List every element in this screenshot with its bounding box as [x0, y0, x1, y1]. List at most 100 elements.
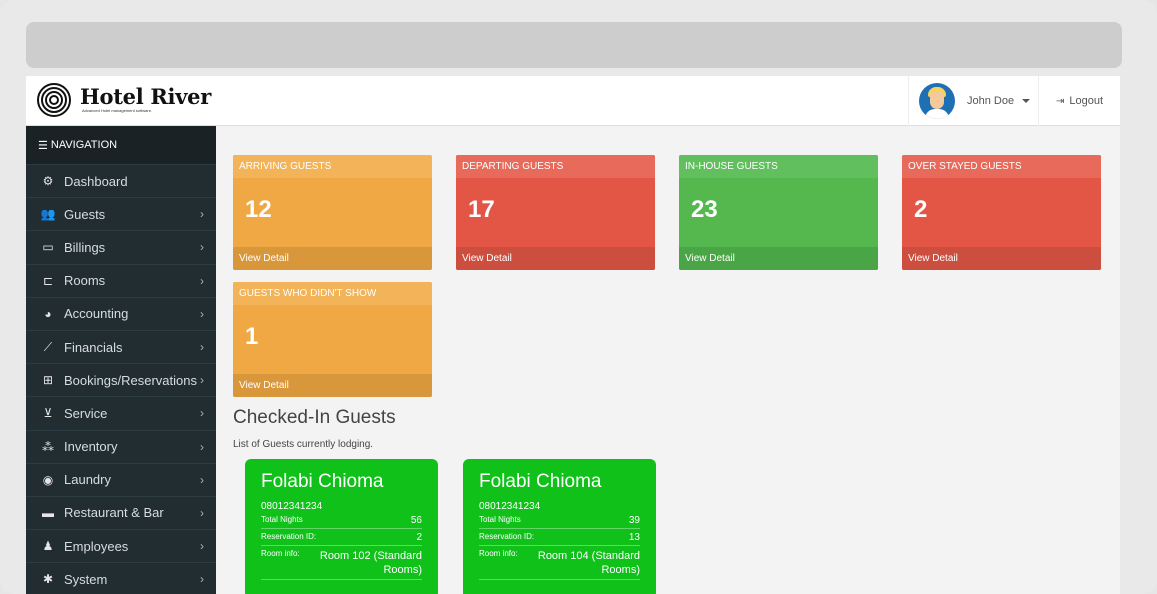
logout-icon: ⇥	[1055, 95, 1065, 107]
view-detail-link[interactable]: View Detail	[456, 247, 655, 270]
restaurant-icon: ▬	[42, 505, 54, 520]
guest-name: Folabi Chioma	[261, 471, 384, 492]
stat-title: OVER STAYED GUESTS	[902, 155, 1101, 178]
logo-title: Hotel River	[80, 84, 211, 109]
logout-button[interactable]: ⇥ Logout	[1038, 76, 1120, 126]
chevron-right-icon: ›	[200, 505, 204, 520]
chevron-right-icon: ›	[200, 539, 204, 554]
stat-box-departing-guests: DEPARTING GUESTS 17 View Detail	[456, 155, 655, 270]
top-header: Hotel River Advanced Hotel management so…	[26, 76, 1120, 126]
view-detail-link[interactable]: View Detail	[679, 247, 878, 270]
sidebar-item-label: Laundry	[64, 472, 111, 488]
user-name: John Doe	[967, 95, 1015, 107]
sidebar-item-restaurant-bar[interactable]: ▬ Restaurant & Bar ›	[26, 495, 216, 529]
logo-swirl-icon	[36, 82, 72, 118]
sidebar-item-label: Billings	[64, 239, 106, 255]
sidebar-item-financials[interactable]: ⟋ Financials ›	[26, 329, 216, 363]
guest-phone: 08012341234	[261, 501, 323, 512]
section-subtitle: List of Guests currently lodging.	[233, 439, 374, 450]
sidebar-item-dashboard[interactable]: ⚙ Dashboard	[26, 164, 216, 197]
sidebar-item-system[interactable]: ✱ System ›	[26, 562, 216, 594]
sidebar-item-billings[interactable]: ▭ Billings ›	[26, 230, 216, 263]
line-chart-icon: ⟋	[43, 339, 53, 354]
stat-title: DEPARTING GUESTS	[456, 155, 655, 178]
users-icon: 👥	[40, 207, 56, 222]
room-info-row: Room info: Room 102 (Standard Rooms)	[261, 546, 422, 580]
chevron-right-icon: ›	[200, 240, 204, 255]
sidebar-item-label: Inventory	[64, 439, 118, 455]
cog-icon: ✱	[42, 572, 54, 587]
sidebar-item-label: System	[64, 571, 108, 587]
guest-name: Folabi Chioma	[479, 471, 602, 492]
chevron-right-icon: ›	[200, 472, 204, 487]
logo[interactable]: Hotel River Advanced Hotel management so…	[36, 82, 211, 118]
app-window: Hotel River Advanced Hotel management so…	[26, 76, 1120, 594]
sidebar-item-bookings-reservations[interactable]: ⊞ Bookings/Reservations ›	[26, 363, 216, 396]
chevron-right-icon: ›	[200, 340, 204, 355]
sidebar-item-laundry[interactable]: ◉ Laundry ›	[26, 462, 216, 496]
chevron-right-icon: ›	[200, 306, 204, 321]
sidebar-item-label: Financials	[64, 339, 123, 355]
window-frame: Hotel River Advanced Hotel management so…	[0, 0, 1157, 594]
sidebar-item-label: Restaurant & Bar	[64, 505, 164, 521]
sidebar-item-guests[interactable]: 👥 Guests ›	[26, 197, 216, 230]
view-detail-link[interactable]: View Detail	[902, 247, 1101, 270]
guest-phone: 08012341234	[479, 501, 541, 512]
sidebar-item-label: Employees	[64, 538, 129, 554]
chevron-right-icon: ›	[200, 439, 204, 454]
main-content: ARRIVING GUESTS 12 View Detail DEPARTING GU…	[216, 126, 1120, 594]
stat-box-in-house-guests: IN-HOUSE GUESTS 23 View Detail	[679, 155, 878, 270]
stat-value: 23	[691, 196, 718, 223]
avatar	[919, 83, 955, 119]
logout-label: Logout	[1069, 95, 1104, 107]
sitemap-icon: ⊞	[42, 373, 54, 388]
sidebar-item-rooms[interactable]: ⊏ Rooms ›	[26, 263, 216, 297]
stat-title: IN-HOUSE GUESTS	[679, 155, 878, 178]
guest-card[interactable]: Folabi Chioma 08012341234 Total Nights 56 Re…	[245, 459, 438, 594]
stat-box-arriving-guests: ARRIVING GUESTS 12 View Detail	[233, 155, 432, 270]
sidebar: ☰ NAVIGATION ⚙ Dashboard 👥 Guests › ▭ Billings…	[26, 126, 216, 594]
view-detail-link[interactable]: View Detail	[233, 374, 432, 397]
hamburger-icon: ☰	[38, 139, 48, 152]
user-plus-icon: ♟	[42, 539, 54, 554]
stat-box-guests-who-didn-t-show: GUESTS WHO DIDN'T SHOW 1 View Detail	[233, 282, 432, 397]
pie-chart-icon: ◕	[44, 306, 52, 321]
cart-icon: ⊻	[43, 406, 53, 421]
bed-icon: ⊏	[42, 273, 54, 288]
sidebar-item-label: Accounting	[64, 306, 129, 322]
stat-title: ARRIVING GUESTS	[233, 155, 432, 178]
caret-down-icon	[1022, 99, 1031, 103]
chevron-right-icon: ›	[200, 406, 204, 421]
view-detail-link[interactable]: View Detail	[233, 247, 432, 270]
stat-value: 17	[468, 196, 495, 223]
sidebar-item-accounting[interactable]: ◕ Accounting ›	[26, 296, 216, 330]
stat-value: 2	[914, 196, 928, 223]
credit-card-icon: ▭	[42, 240, 54, 255]
chevron-right-icon: ›	[200, 572, 204, 587]
stat-value: 12	[245, 196, 272, 223]
room-info-row: Room info: Room 104 (Standard Rooms)	[479, 546, 640, 580]
sidebar-item-label: Rooms	[64, 273, 106, 289]
sidebar-item-inventory[interactable]: ⁂ Inventory ›	[26, 429, 216, 463]
sidebar-item-service[interactable]: ⊻ Service ›	[26, 396, 216, 429]
reservation-id-row: Reservation ID: 2	[261, 529, 422, 546]
laundry-icon: ◉	[42, 472, 54, 487]
sidebar-item-employees[interactable]: ♟ Employees ›	[26, 529, 216, 562]
section-title: Checked-In Guests	[233, 407, 396, 428]
chevron-right-icon: ›	[200, 373, 204, 388]
user-menu[interactable]: John Doe	[908, 76, 1038, 126]
reservation-id-row: Reservation ID: 13	[479, 529, 640, 546]
chevron-right-icon: ›	[200, 273, 204, 288]
nav-heading: ☰ NAVIGATION	[26, 126, 216, 164]
stat-title: GUESTS WHO DIDN'T SHOW	[233, 282, 432, 305]
sidebar-item-label: Dashboard	[64, 173, 128, 189]
sidebar-item-label: Service	[64, 405, 108, 421]
total-nights-row: Total Nights 39	[479, 512, 640, 529]
hierarchy-icon: ⁂	[42, 439, 54, 454]
chevron-right-icon: ›	[200, 207, 204, 222]
stat-box-over-stayed-guests: OVER STAYED GUESTS 2 View Detail	[902, 155, 1101, 270]
stat-value: 1	[245, 323, 259, 350]
browser-top-bar	[26, 22, 1122, 68]
dashboard-icon: ⚙	[42, 174, 54, 189]
guest-card[interactable]: Folabi Chioma 08012341234 Total Nights 39 Re…	[463, 459, 656, 594]
